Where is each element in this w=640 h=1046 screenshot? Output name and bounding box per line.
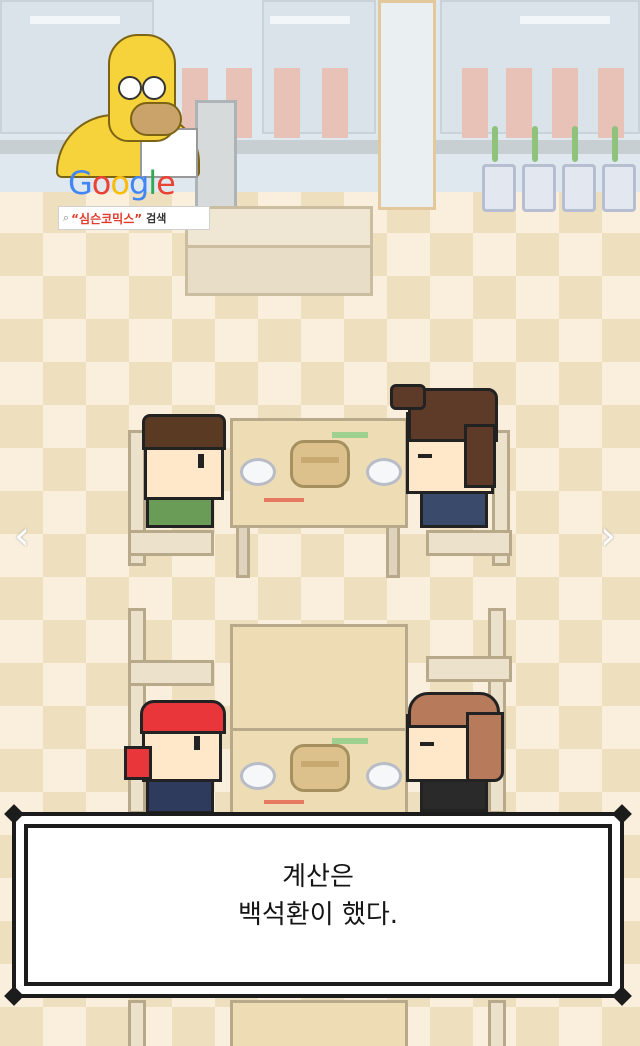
curtain: [462, 68, 488, 138]
google-search-ad[interactable]: Google ⌕ “심슨코믹스” 검색: [56, 28, 212, 234]
soup-pot: [290, 440, 350, 488]
chopsticks: [264, 800, 304, 804]
table-top: [230, 1000, 408, 1046]
plant-leaf: [532, 126, 538, 162]
plant-pot: [562, 164, 596, 212]
logo-letter: e: [156, 164, 176, 202]
ad-search-box[interactable]: ⌕ “심슨코믹스” 검색: [58, 206, 210, 230]
rice-bowl: [366, 762, 402, 790]
chair-seat: [128, 660, 214, 686]
soup-pot: [290, 744, 350, 792]
plant-pot: [482, 164, 516, 212]
google-logo: Google: [68, 164, 176, 202]
plant-leaf: [492, 126, 498, 162]
ad-search-query: “심슨코믹스”: [71, 211, 143, 226]
table-top: [230, 624, 408, 734]
curtain: [322, 68, 348, 138]
counter: [185, 206, 373, 296]
plant-pot: [522, 164, 556, 212]
game-screen: Google ⌕ “심슨코믹스” 검색 ‹ › 계산은 백석환이 했다.: [0, 0, 640, 1046]
logo-letter: o: [110, 164, 130, 202]
table-leg: [386, 520, 400, 578]
curtain: [598, 68, 624, 138]
cloud: [270, 16, 350, 24]
dialog-line: 백석환이 했다.: [237, 900, 399, 930]
rice-bowl: [366, 458, 402, 486]
logo-letter: o: [91, 164, 112, 202]
chair-seat: [426, 530, 512, 556]
cloud: [520, 16, 610, 24]
logo-letter: l: [148, 164, 157, 202]
logo-letter: g: [128, 164, 149, 202]
side-dish: [332, 738, 368, 744]
chair-seat: [128, 530, 214, 556]
curtain: [274, 68, 300, 138]
prev-page-arrow[interactable]: ‹: [14, 516, 38, 556]
rice-bowl: [240, 458, 276, 486]
dialog-text: 계산은 백석환이 했다.: [16, 858, 620, 934]
plant-pot: [602, 164, 636, 212]
chair: [128, 1000, 146, 1046]
plant-leaf: [612, 126, 618, 162]
cloud: [30, 16, 120, 24]
chopsticks: [264, 498, 304, 502]
chair: [488, 1000, 506, 1046]
pillar: [378, 0, 436, 210]
plant-leaf: [572, 126, 578, 162]
magnifier-icon: ⌕: [63, 211, 70, 224]
logo-letter: G: [68, 164, 93, 202]
next-page-arrow[interactable]: ›: [600, 516, 624, 556]
table-leg: [236, 520, 250, 578]
ad-search-button[interactable]: 검색: [146, 210, 166, 226]
dialog-box[interactable]: 계산은 백석환이 했다.: [4, 804, 632, 1006]
dialog-line: 계산은: [282, 862, 354, 892]
side-dish: [332, 432, 368, 438]
chair-seat: [426, 656, 512, 682]
rice-bowl: [240, 762, 276, 790]
curtain: [506, 68, 532, 138]
